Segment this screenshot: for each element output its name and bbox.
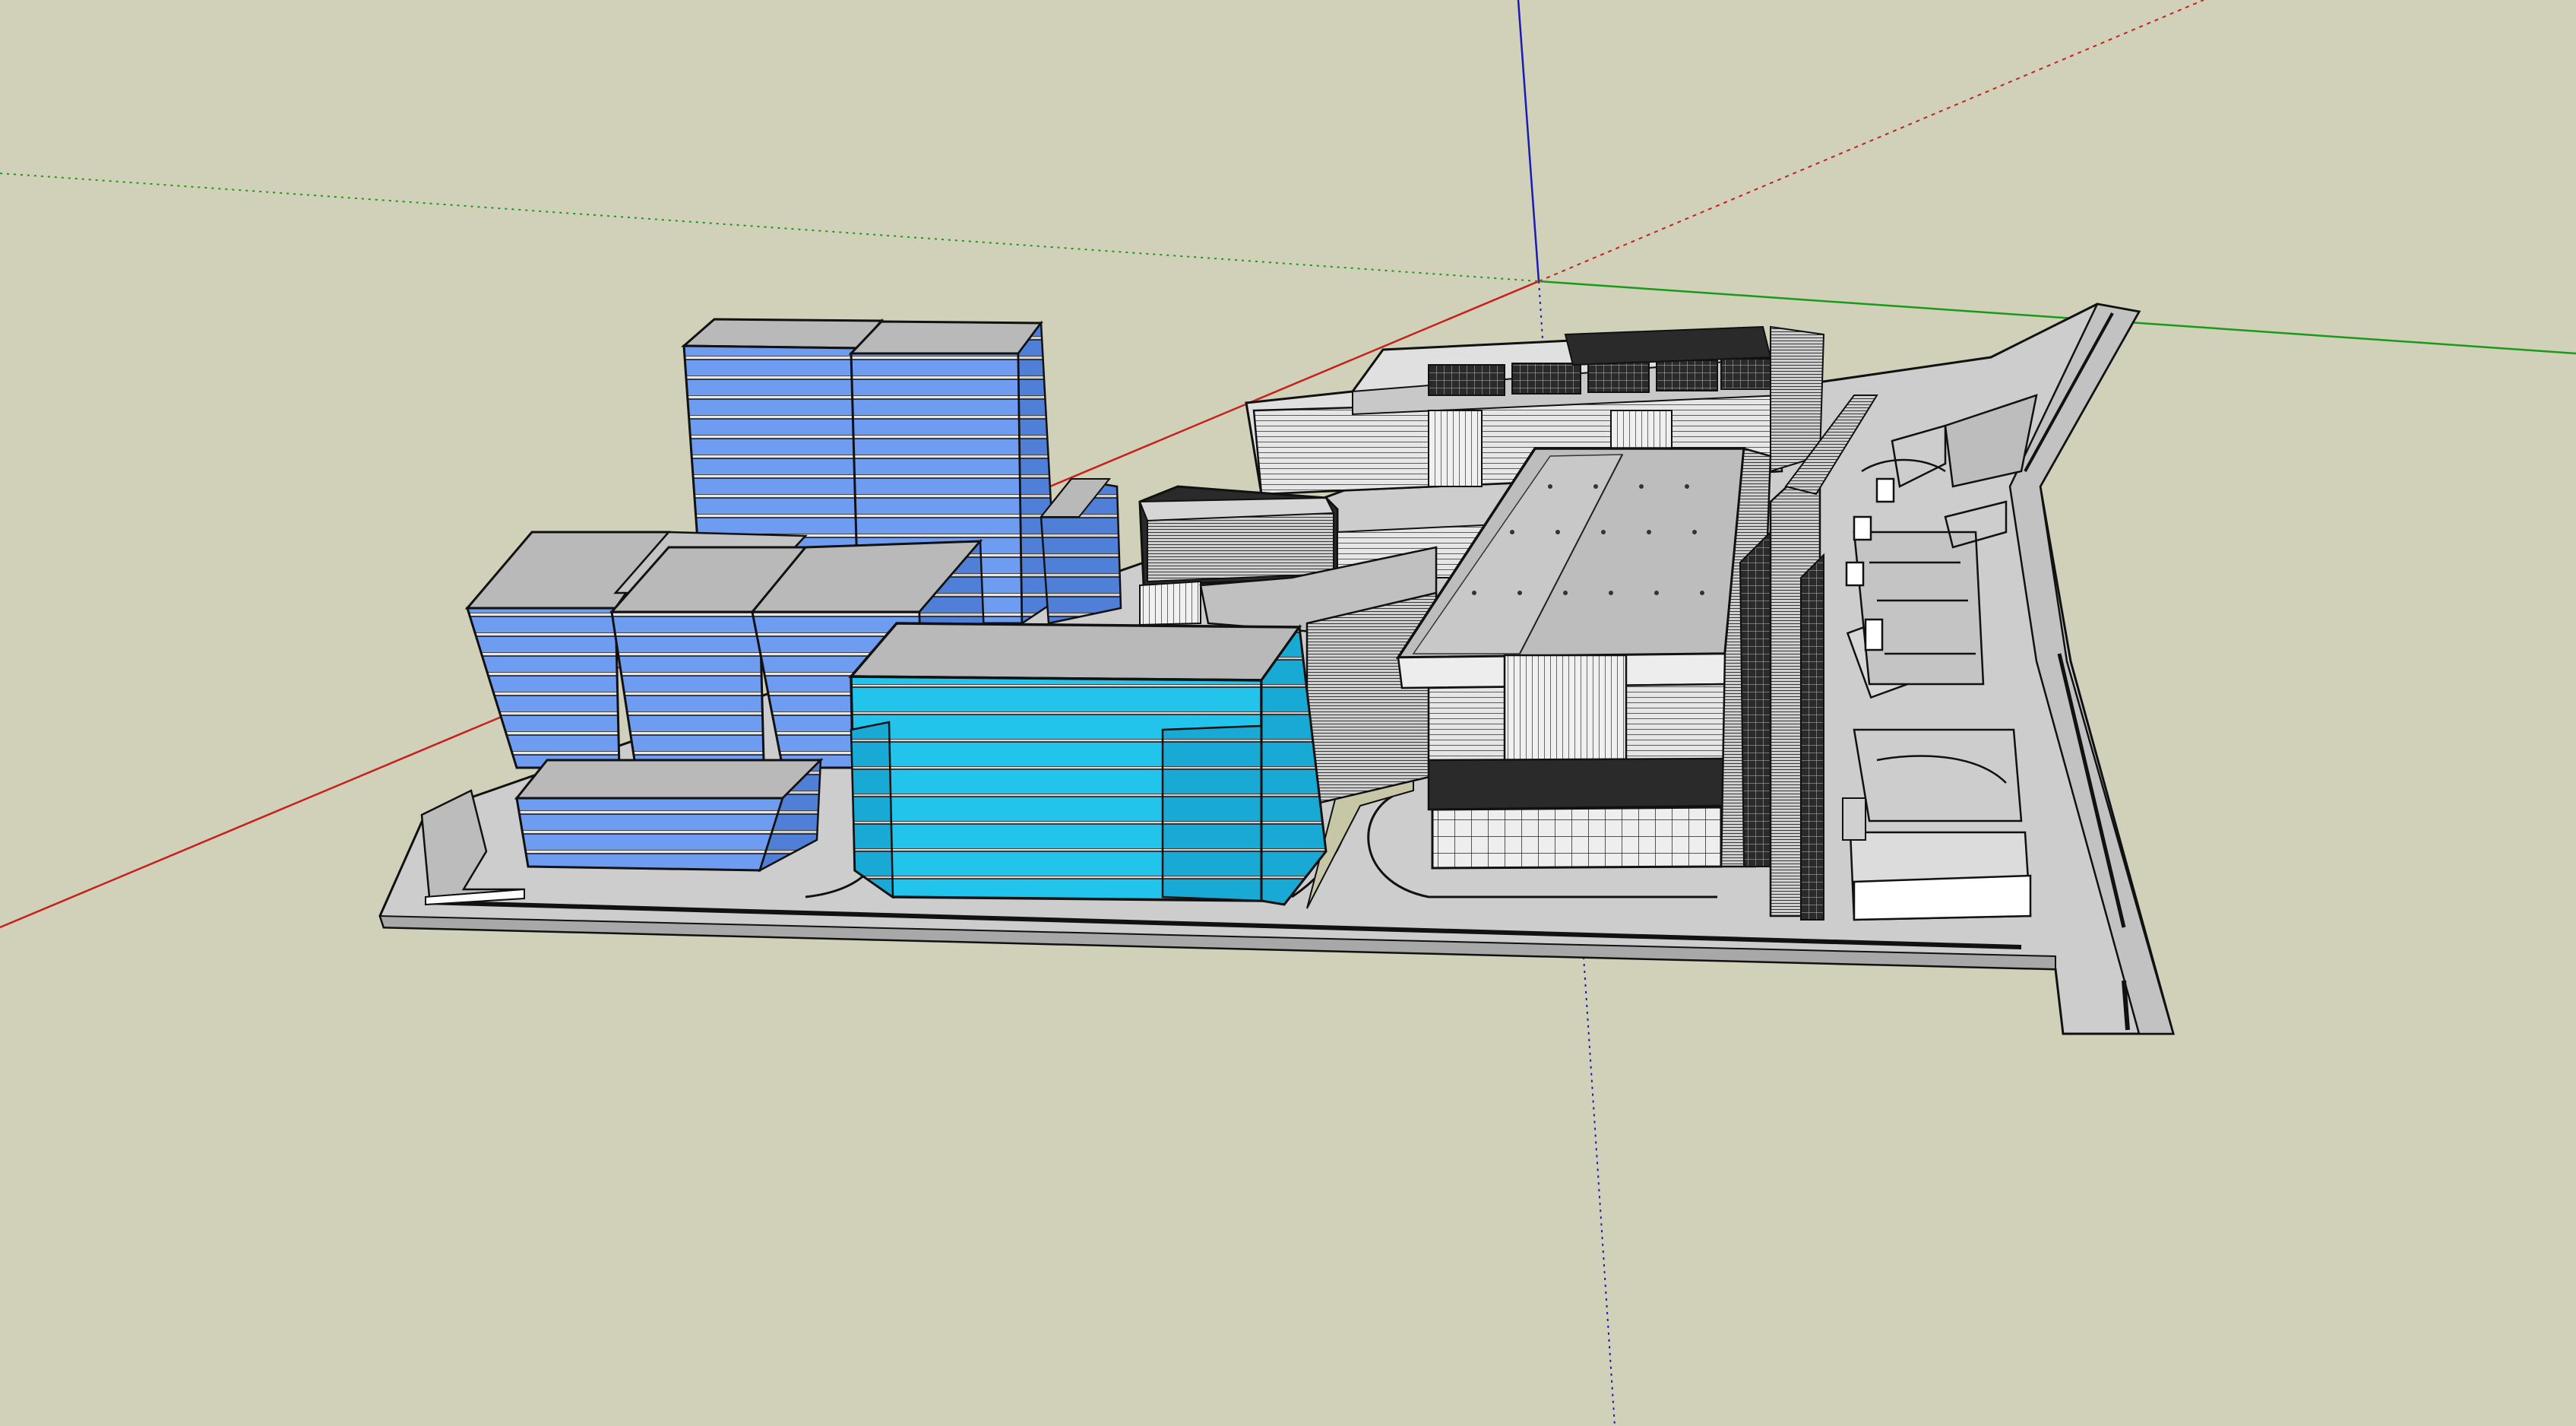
- tower-a-front[interactable]: [682, 344, 860, 564]
- 3d-viewport[interactable]: [0, 0, 2576, 1426]
- scene-canvas[interactable]: [0, 0, 2576, 1426]
- z-axis-positive: [1517, 0, 1540, 282]
- y-axis-negative: [0, 173, 1540, 282]
- block-1-front[interactable]: [465, 607, 621, 769]
- x-axis-negative: [1538, 0, 2204, 282]
- podium-front[interactable]: [515, 797, 785, 872]
- cyan-building-roof[interactable]: [848, 622, 1302, 682]
- block-2-front[interactable]: [610, 610, 765, 762]
- selected-building-cyan[interactable]: [848, 622, 1328, 906]
